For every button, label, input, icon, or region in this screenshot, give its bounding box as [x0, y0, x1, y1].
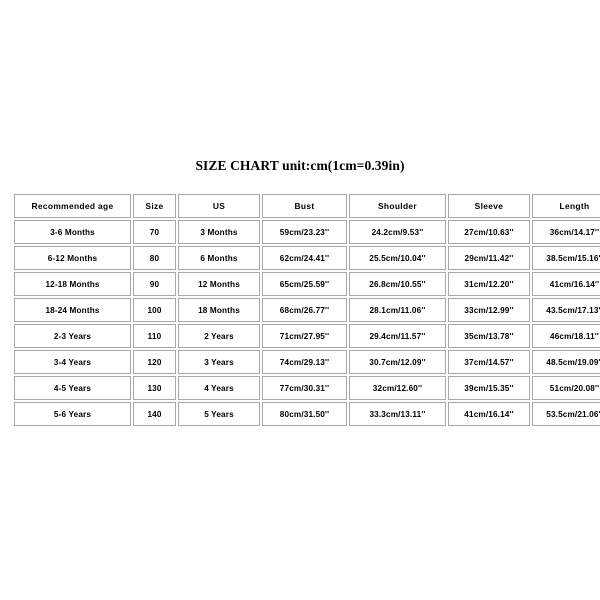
cell-us: 3 Years	[178, 350, 260, 374]
chart-title: SIZE CHART unit:cm(1cm=0.39in)	[195, 158, 405, 173]
cell-shoulder: 25.5cm/10.04''	[349, 246, 446, 270]
cell-shoulder: 33.3cm/13.11''	[349, 402, 446, 426]
cell-us: 18 Months	[178, 298, 260, 322]
cell-length: 53.5cm/21.06''	[532, 402, 600, 426]
cell-bust: 62cm/24.41''	[262, 246, 347, 270]
cell-sleeve: 31cm/12.20''	[448, 272, 530, 296]
cell-size: 140	[133, 402, 176, 426]
cell-length: 43.5cm/17.13''	[532, 298, 600, 322]
cell-bust: 71cm/27.95''	[262, 324, 347, 348]
table-body: 3-6 Months 70 3 Months 59cm/23.23'' 24.2…	[14, 220, 600, 426]
cell-sleeve: 37cm/14.57''	[448, 350, 530, 374]
column-header-recommended-age: Recommended age	[14, 194, 131, 218]
table-row: 4-5 Years 130 4 Years 77cm/30.31'' 32cm/…	[14, 376, 600, 400]
cell-sleeve: 33cm/12.99''	[448, 298, 530, 322]
cell-bust: 74cm/29.13''	[262, 350, 347, 374]
table-row: 3-4 Years 120 3 Years 74cm/29.13'' 30.7c…	[14, 350, 600, 374]
table-row: 2-3 Years 110 2 Years 71cm/27.95'' 29.4c…	[14, 324, 600, 348]
cell-recommended-age: 2-3 Years	[14, 324, 131, 348]
cell-recommended-age: 4-5 Years	[14, 376, 131, 400]
table-row: 3-6 Months 70 3 Months 59cm/23.23'' 24.2…	[14, 220, 600, 244]
cell-recommended-age: 3-4 Years	[14, 350, 131, 374]
cell-recommended-age: 3-6 Months	[14, 220, 131, 244]
cell-size: 100	[133, 298, 176, 322]
cell-bust: 80cm/31.50''	[262, 402, 347, 426]
cell-size: 80	[133, 246, 176, 270]
cell-shoulder: 28.1cm/11.06''	[349, 298, 446, 322]
cell-length: 36cm/14.17''	[532, 220, 600, 244]
cell-bust: 68cm/26.77''	[262, 298, 347, 322]
cell-size: 70	[133, 220, 176, 244]
table-row: 12-18 Months 90 12 Months 65cm/25.59'' 2…	[14, 272, 600, 296]
column-header-size: Size	[133, 194, 176, 218]
cell-length: 41cm/16.14''	[532, 272, 600, 296]
cell-us: 6 Months	[178, 246, 260, 270]
cell-sleeve: 29cm/11.42''	[448, 246, 530, 270]
column-header-shoulder: Shoulder	[349, 194, 446, 218]
cell-sleeve: 35cm/13.78''	[448, 324, 530, 348]
table-row: 6-12 Months 80 6 Months 62cm/24.41'' 25.…	[14, 246, 600, 270]
cell-shoulder: 24.2cm/9.53''	[349, 220, 446, 244]
cell-length: 46cm/18.11''	[532, 324, 600, 348]
cell-us: 2 Years	[178, 324, 260, 348]
column-header-bust: Bust	[262, 194, 347, 218]
cell-length: 38.5cm/15.16''	[532, 246, 600, 270]
cell-shoulder: 30.7cm/12.09''	[349, 350, 446, 374]
cell-recommended-age: 18-24 Months	[14, 298, 131, 322]
cell-size: 90	[133, 272, 176, 296]
column-header-sleeve: Sleeve	[448, 194, 530, 218]
table-header: Recommended age Size US Bust Shoulder Sl…	[14, 194, 600, 218]
cell-recommended-age: 12-18 Months	[14, 272, 131, 296]
cell-shoulder: 26.8cm/10.55''	[349, 272, 446, 296]
cell-length: 51cm/20.08''	[532, 376, 600, 400]
cell-us: 12 Months	[178, 272, 260, 296]
cell-us: 5 Years	[178, 402, 260, 426]
size-chart-table: Recommended age Size US Bust Shoulder Sl…	[12, 192, 600, 428]
table-header-row: Recommended age Size US Bust Shoulder Sl…	[14, 194, 600, 218]
table-row: 5-6 Years 140 5 Years 80cm/31.50'' 33.3c…	[14, 402, 600, 426]
table-row: 18-24 Months 100 18 Months 68cm/26.77'' …	[14, 298, 600, 322]
cell-recommended-age: 5-6 Years	[14, 402, 131, 426]
cell-us: 4 Years	[178, 376, 260, 400]
cell-bust: 65cm/25.59''	[262, 272, 347, 296]
cell-recommended-age: 6-12 Months	[14, 246, 131, 270]
cell-size: 130	[133, 376, 176, 400]
cell-sleeve: 39cm/15.35''	[448, 376, 530, 400]
size-chart-table-container: Recommended age Size US Bust Shoulder Sl…	[12, 192, 600, 428]
cell-shoulder: 32cm/12.60''	[349, 376, 446, 400]
cell-bust: 59cm/23.23''	[262, 220, 347, 244]
cell-length: 48.5cm/19.09''	[532, 350, 600, 374]
cell-us: 3 Months	[178, 220, 260, 244]
column-header-length: Length	[532, 194, 600, 218]
cell-size: 110	[133, 324, 176, 348]
cell-sleeve: 41cm/16.14''	[448, 402, 530, 426]
cell-sleeve: 27cm/10.63''	[448, 220, 530, 244]
cell-shoulder: 29.4cm/11.57''	[349, 324, 446, 348]
cell-bust: 77cm/30.31''	[262, 376, 347, 400]
cell-size: 120	[133, 350, 176, 374]
column-header-us: US	[178, 194, 260, 218]
